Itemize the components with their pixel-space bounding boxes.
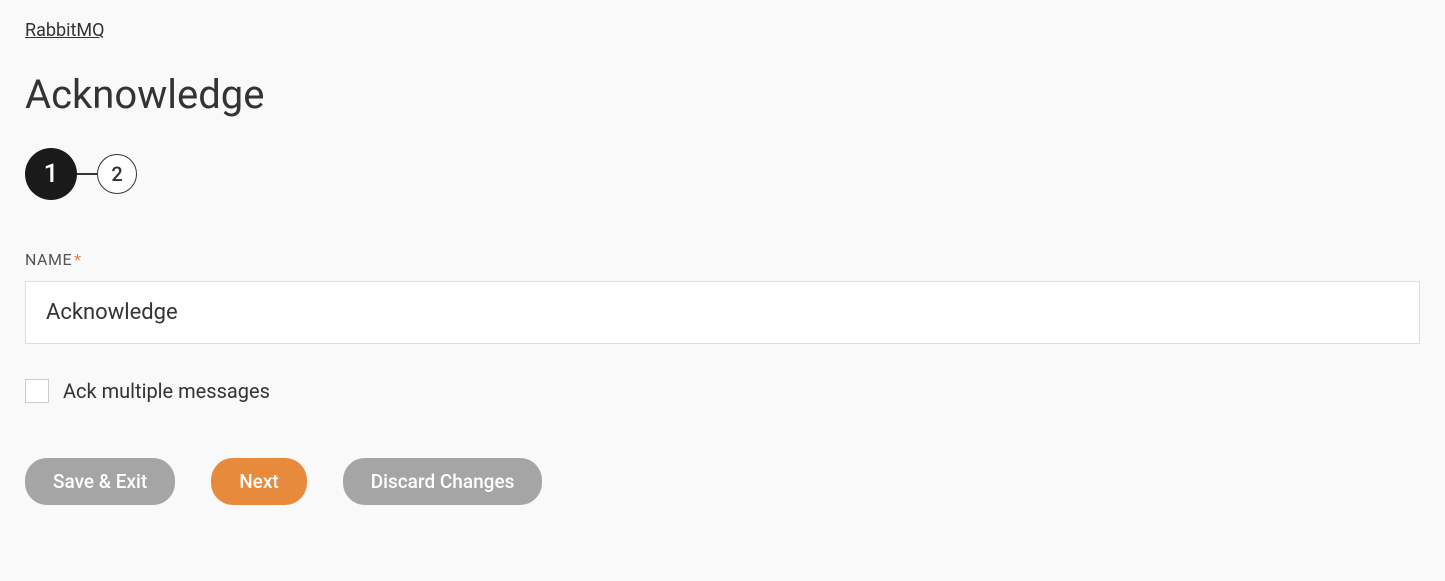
next-button[interactable]: Next: [211, 458, 307, 505]
button-row: Save & Exit Next Discard Changes: [25, 458, 1420, 505]
name-label-text: NAME: [25, 250, 72, 269]
name-label: NAME*: [25, 250, 1420, 269]
required-asterisk: *: [74, 250, 81, 269]
breadcrumb: RabbitMQ: [25, 20, 1420, 41]
ack-multiple-label[interactable]: Ack multiple messages: [63, 379, 270, 403]
breadcrumb-link-rabbitmq[interactable]: RabbitMQ: [25, 20, 104, 41]
save-exit-button[interactable]: Save & Exit: [25, 458, 175, 505]
discard-changes-button[interactable]: Discard Changes: [343, 458, 543, 505]
ack-multiple-field: Ack multiple messages: [25, 379, 1420, 403]
name-field: NAME*: [25, 250, 1420, 344]
name-input[interactable]: [25, 281, 1420, 344]
page-title: Acknowledge: [25, 71, 1420, 118]
stepper: 1 2: [25, 148, 1420, 200]
step-2[interactable]: 2: [97, 154, 137, 194]
ack-multiple-checkbox[interactable]: [25, 379, 49, 403]
step-connector: [77, 173, 97, 175]
step-1[interactable]: 1: [25, 148, 77, 200]
